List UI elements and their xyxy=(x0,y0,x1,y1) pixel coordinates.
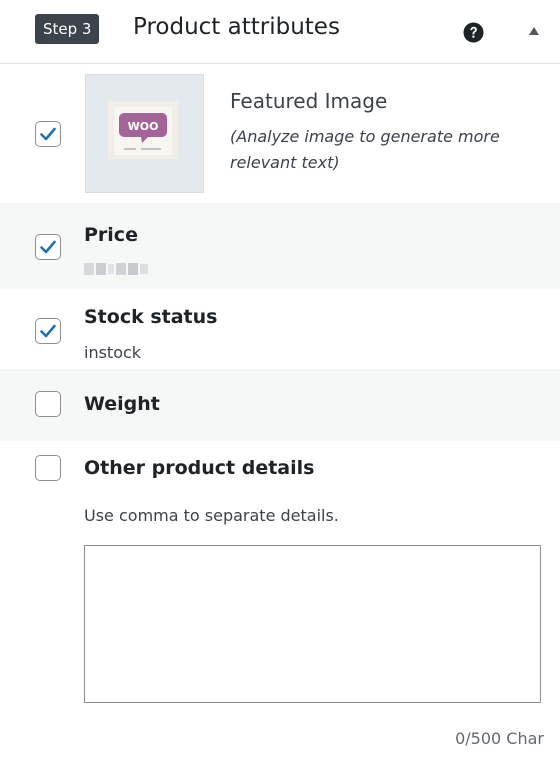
section-title: Product attributes xyxy=(133,14,340,40)
question-circle-icon[interactable] xyxy=(463,22,484,43)
weight-label: Weight xyxy=(84,393,160,415)
featured-image-label: Featured Image xyxy=(230,89,388,113)
featured-image-thumbnail: WOO xyxy=(85,74,204,193)
character-counter: 0/500 Char xyxy=(455,729,544,748)
step-badge: Step 3 xyxy=(35,14,100,44)
blurred-price-value xyxy=(84,263,148,275)
other-details-hint: Use comma to separate details. xyxy=(84,506,339,525)
weight-checkbox[interactable] xyxy=(35,391,61,417)
check-icon xyxy=(40,127,56,141)
other-details-label: Other product details xyxy=(84,457,315,479)
stock-status-label: Stock status xyxy=(84,306,218,328)
other-details-checkbox[interactable] xyxy=(35,455,61,481)
price-label: Price xyxy=(84,224,138,246)
section-header[interactable]: Step 3 Product attributes xyxy=(0,0,560,64)
stock-status-checkbox[interactable] xyxy=(35,318,61,344)
triangle-up-icon[interactable] xyxy=(528,26,540,36)
check-icon xyxy=(40,240,56,254)
featured-image-checkbox[interactable] xyxy=(35,121,61,147)
check-icon xyxy=(40,324,56,338)
svg-text:WOO: WOO xyxy=(128,120,159,133)
other-details-textarea[interactable] xyxy=(84,545,541,703)
price-checkbox[interactable] xyxy=(35,234,61,260)
stock-status-value: instock xyxy=(84,343,142,362)
featured-image-note: (Analyze image to generate more relevant… xyxy=(230,127,500,172)
woo-placeholder-image: WOO xyxy=(108,101,178,159)
